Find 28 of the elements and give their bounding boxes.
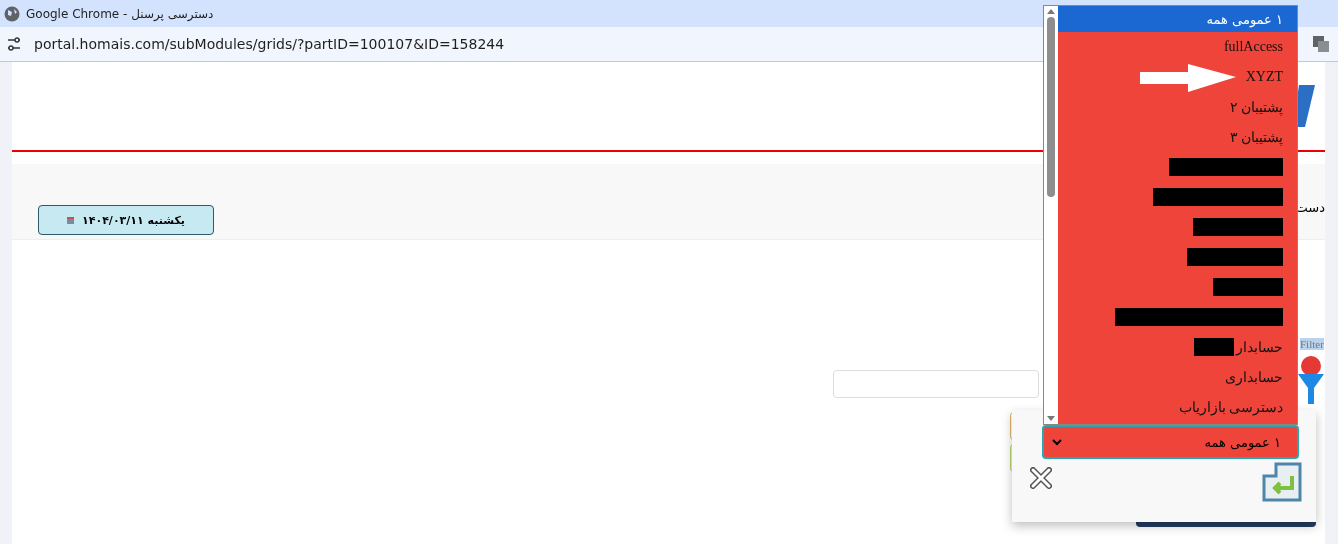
dropdown-option[interactable]: fullAccess [1058,32,1297,62]
chevron-icon [1052,438,1062,446]
close-icon[interactable] [1030,467,1052,489]
window-title: Google Chrome - دسترسی پرسنل [26,6,214,21]
redaction-bar [1194,338,1234,356]
site-settings-icon[interactable] [6,37,22,51]
scrollbar-thumb[interactable] [1047,17,1055,197]
url-text[interactable]: portal.homais.com/subModules/grids/?partID=100107&ID=158244 [34,36,505,52]
filter-label: Filter [1300,338,1324,350]
select-field[interactable]: ۱ عمومی همه [1043,426,1298,458]
calendar-icon [67,216,74,224]
translate-icon[interactable] [1312,35,1330,53]
funnel-icon[interactable] [1298,354,1324,404]
search-field[interactable] [833,370,1039,398]
arrow-icon [1140,64,1236,92]
dropdown-option[interactable]: حسابداری [1058,362,1297,392]
scroll-down-icon[interactable] [1047,416,1055,421]
dropdown-option[interactable]: حسابدار [1058,332,1297,362]
globe-icon [4,5,20,22]
dropdown-option[interactable]: دسترسی بازاریاب [1058,392,1297,422]
enter-icon[interactable] [1262,462,1302,502]
redaction-bar [1213,278,1283,296]
dropdown-option[interactable]: پشتیبان ۲ [1058,92,1297,122]
dropdown-option[interactable]: ۱ عمومی همه [1058,6,1297,32]
dropdown-option[interactable]: پشتیبان ۳ [1058,122,1297,152]
dropdown-option[interactable]: XYZT [1058,62,1297,92]
date-button[interactable]: یکشنبه ۱۴۰۴/۰۳/۱۱ [38,205,214,235]
scroll-up-icon[interactable] [1047,9,1055,14]
